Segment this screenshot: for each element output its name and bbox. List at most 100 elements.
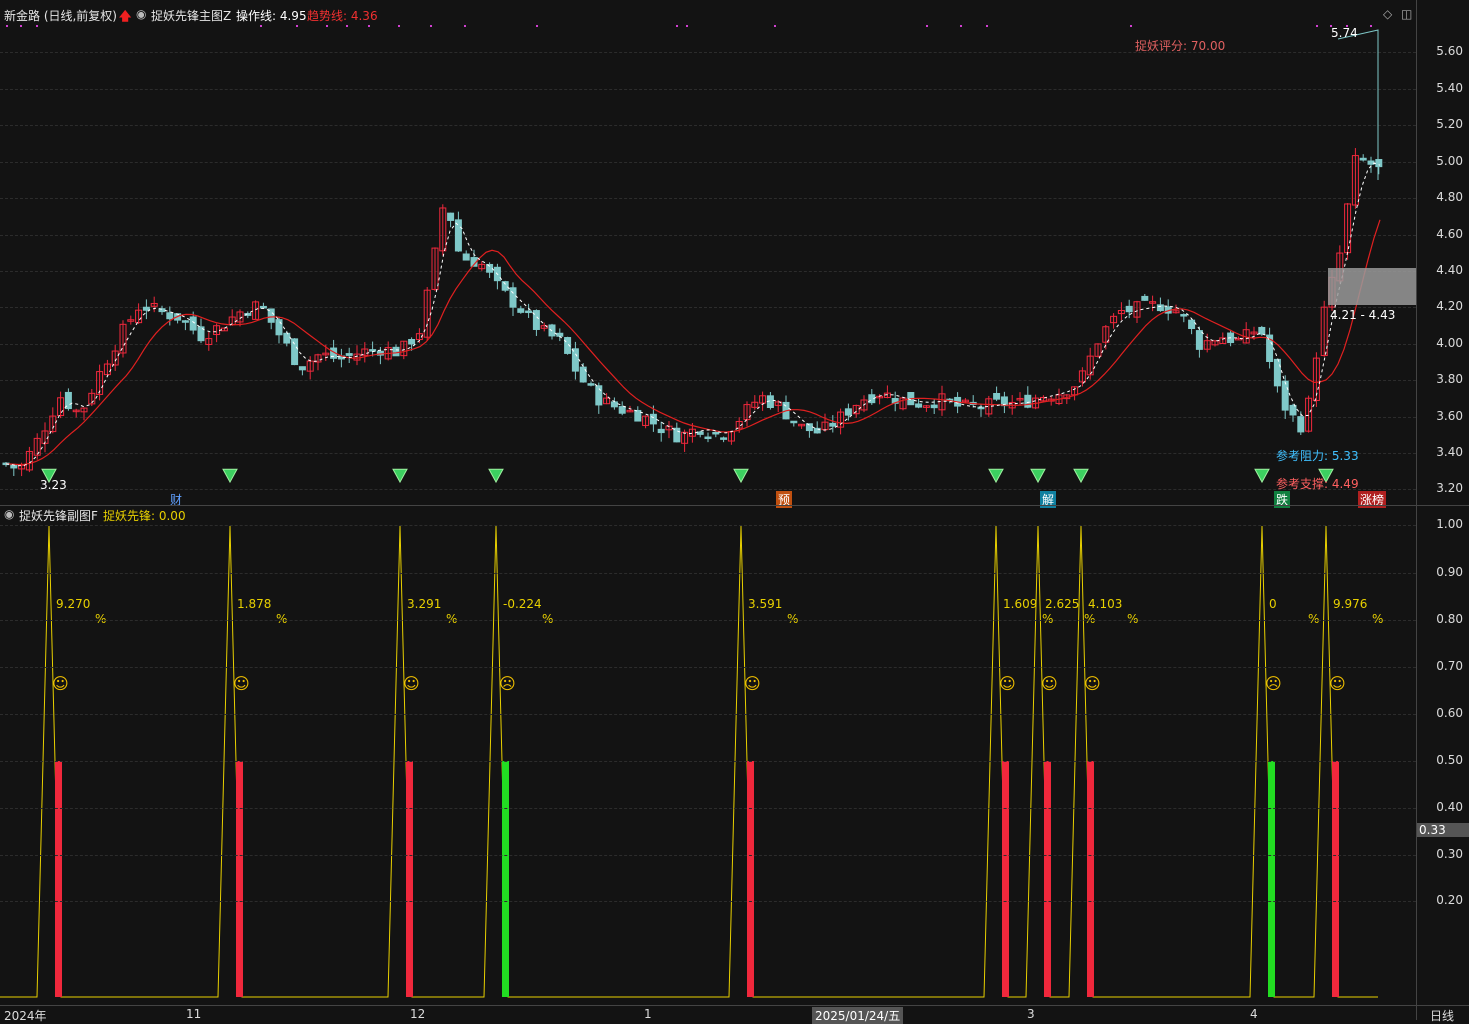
candle-body	[1024, 394, 1032, 408]
signal-dot	[296, 25, 298, 27]
grid-line	[0, 808, 1416, 809]
score-label: 捉妖评分: 70.00	[1135, 39, 1226, 53]
grid-line	[0, 901, 1416, 902]
price-tick: 4.00	[1436, 336, 1463, 350]
gem-icon	[733, 468, 749, 484]
signal-pct: -0.224	[503, 597, 542, 611]
signal-dot	[368, 25, 370, 27]
axis-divider	[1416, 0, 1417, 1020]
frown-icon: ☹	[1265, 674, 1282, 693]
candle-body	[532, 310, 540, 330]
smile-icon: ☺	[233, 674, 250, 693]
smile-icon: ☺	[744, 674, 761, 693]
candle-body	[657, 428, 665, 434]
sub-tick: 0.20	[1436, 893, 1463, 907]
candle-body	[618, 406, 626, 414]
candle-body	[1289, 404, 1297, 416]
percent-sign: %	[1084, 612, 1096, 626]
zone-range-label: 4.21 - 4.43	[1330, 308, 1396, 322]
signal-dot	[960, 25, 962, 27]
smile-icon: ☺	[1329, 674, 1346, 693]
operation-line	[5, 162, 1381, 467]
candle-body	[930, 404, 938, 409]
grid-line	[0, 667, 1416, 668]
gem-icon	[988, 468, 1004, 484]
candle-body	[595, 385, 603, 406]
resistance-label: 参考阻力: 5.33	[1276, 449, 1359, 463]
target-zone-box	[1328, 268, 1416, 305]
candle-body	[1281, 380, 1289, 411]
candle-body	[1297, 416, 1305, 433]
signal-bar	[236, 761, 243, 997]
price-tick: 4.20	[1436, 299, 1463, 313]
gem-icon	[392, 468, 408, 484]
sub-tick: 0.50	[1436, 753, 1463, 767]
candle-body	[696, 431, 704, 435]
grid-line	[0, 714, 1416, 715]
signal-pct: 9.270	[56, 597, 91, 611]
candle-body	[408, 338, 416, 345]
percent-sign: %	[787, 612, 799, 626]
period-label[interactable]: 日线	[1430, 1007, 1454, 1024]
percent-sign: %	[1308, 612, 1320, 626]
candle-body	[1367, 160, 1375, 165]
grid-line	[0, 573, 1416, 574]
gem-icon	[1254, 468, 1270, 484]
candle-body	[720, 437, 728, 440]
signal-dot	[430, 25, 432, 27]
smile-icon: ☺	[1041, 674, 1058, 693]
candle-body	[142, 306, 150, 311]
price-tick: 4.60	[1436, 227, 1463, 241]
candle-body	[556, 332, 564, 337]
signal-bar	[747, 761, 754, 997]
candle-body	[275, 319, 283, 336]
sub-tick: 0.60	[1436, 706, 1463, 720]
candle-body	[844, 408, 852, 416]
percent-sign: %	[95, 612, 107, 626]
candle-body	[829, 422, 837, 427]
date-label: 2024年	[4, 1009, 47, 1023]
signal-dot	[326, 25, 328, 27]
gem-icon	[1073, 468, 1089, 484]
candle-body	[166, 312, 174, 320]
signal-pct: 2.625	[1045, 597, 1080, 611]
candle-body	[977, 406, 985, 410]
date-label: 4	[1250, 1007, 1258, 1021]
percent-sign: %	[276, 612, 288, 626]
price-tick: 3.20	[1436, 481, 1463, 495]
candle-body	[571, 348, 579, 372]
candle-body	[259, 305, 267, 309]
candle-body	[517, 308, 525, 313]
percent-sign: %	[542, 612, 554, 626]
date-label: 3	[1027, 1007, 1035, 1021]
grid-line	[0, 525, 1416, 526]
gem-icon	[222, 468, 238, 484]
signal-dot	[536, 25, 538, 27]
sub-tick: 0.30	[1436, 847, 1463, 861]
candle-body	[1141, 295, 1149, 301]
candle-body	[509, 287, 517, 308]
candle-body	[993, 393, 1001, 400]
grid-line	[0, 620, 1416, 621]
price-tick: 3.60	[1436, 409, 1463, 423]
signal-dot	[464, 25, 466, 27]
signal-dot	[260, 25, 262, 27]
candle-body	[1195, 330, 1203, 350]
price-tick: 5.20	[1436, 117, 1463, 131]
candle-body	[587, 383, 595, 386]
percent-sign: %	[1042, 612, 1054, 626]
price-tick: 4.40	[1436, 263, 1463, 277]
price-tick: 5.00	[1436, 154, 1463, 168]
signal-bar	[55, 761, 62, 997]
candle-body	[291, 338, 299, 366]
signal-bar	[1044, 761, 1051, 997]
candle-body	[712, 431, 720, 435]
signal-pct: 1.878	[237, 597, 272, 611]
candle-body	[610, 401, 618, 408]
candlestick-chart	[2, 25, 1383, 484]
candle-body	[1359, 157, 1367, 161]
price-tick: 5.40	[1436, 81, 1463, 95]
signal-dot	[986, 25, 988, 27]
signal-dot	[398, 25, 400, 27]
signal-pct: 1.609	[1003, 597, 1038, 611]
